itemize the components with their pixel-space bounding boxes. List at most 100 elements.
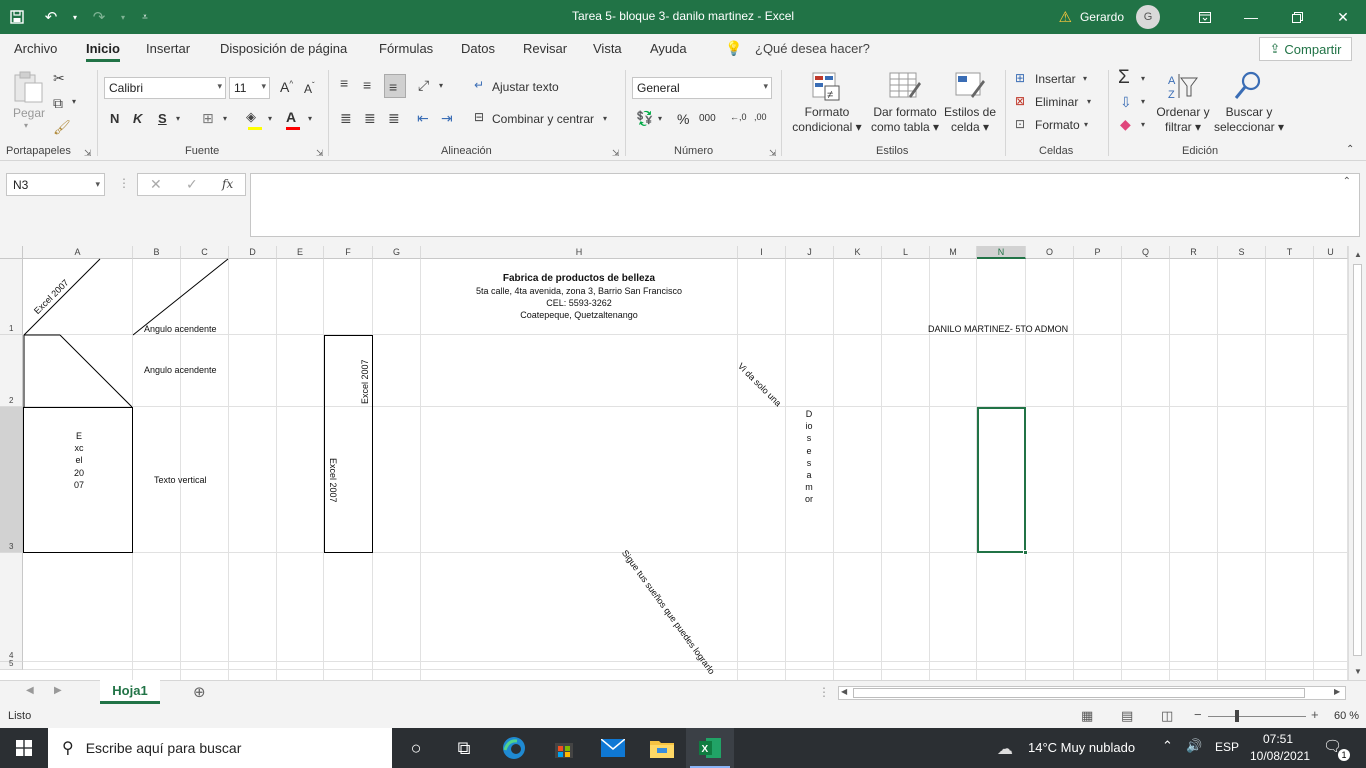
conditional-format-button[interactable]: Formato condicional ▾ <box>788 105 866 135</box>
align-top-icon[interactable]: ≡ <box>340 75 348 91</box>
thousands-button[interactable]: 000 <box>699 113 716 124</box>
number-format-combo[interactable]: General ▾ <box>632 77 772 99</box>
paste-icon[interactable] <box>12 70 46 104</box>
borders-dropdown-icon[interactable]: ▾ <box>223 114 227 123</box>
wrap-text-icon[interactable]: ↵ <box>474 78 484 92</box>
tab-datos[interactable]: Datos <box>461 41 495 56</box>
undo-icon[interactable]: ↶ <box>34 0 68 34</box>
clock-time[interactable]: 07:51 <box>1263 732 1293 746</box>
tab-split-grip-icon[interactable]: ⋮ <box>818 685 830 699</box>
delete-cells-icon[interactable]: ⊠ <box>1015 94 1025 108</box>
insert-cells-icon[interactable]: ⊞ <box>1015 71 1025 85</box>
customize-qat-icon[interactable]: ⩡ <box>130 0 160 34</box>
cell-n1[interactable]: DANILO MARTINEZ- 5TO ADMON <box>928 324 1068 334</box>
fill-dropdown-icon[interactable]: ▾ <box>1141 97 1145 106</box>
save-icon[interactable] <box>0 0 34 34</box>
align-center-icon[interactable]: ≣ <box>364 110 376 127</box>
alineacion-launcher-icon[interactable]: ⇲ <box>612 148 620 159</box>
zoom-slider-knob[interactable] <box>1235 710 1239 722</box>
decrease-indent-icon[interactable]: ⇤ <box>417 110 429 127</box>
orientation-dropdown-icon[interactable]: ▾ <box>439 81 443 90</box>
page-layout-view-icon[interactable]: ▤ <box>1121 708 1133 724</box>
input-language[interactable]: ESP <box>1215 740 1239 754</box>
speaker-icon[interactable]: 🔊 <box>1186 738 1202 754</box>
cancel-entry-icon[interactable]: ✕ <box>150 176 162 193</box>
vertical-scroll-thumb[interactable] <box>1353 264 1362 656</box>
decrease-decimal-icon[interactable]: ,00 <box>754 112 767 122</box>
copy-dropdown-icon[interactable]: ▾ <box>72 97 76 106</box>
redo-dropdown-icon[interactable]: ▾ <box>116 0 130 34</box>
cell-a3[interactable]: Excel 2007 <box>74 430 84 491</box>
percent-button[interactable]: % <box>677 111 689 127</box>
prev-sheet-icon[interactable]: ◀ <box>26 685 34 696</box>
copy-icon[interactable]: ⧉ <box>53 95 63 112</box>
tab-insertar[interactable]: Insertar <box>146 41 190 56</box>
windows-start-icon[interactable] <box>0 728 48 768</box>
bold-button[interactable]: N <box>110 111 119 126</box>
portapapeles-launcher-icon[interactable]: ⇲ <box>84 148 92 159</box>
accounting-format-icon[interactable]: 💱 <box>636 110 653 127</box>
format-as-table-button[interactable]: Dar formato como tabla ▾ <box>866 105 944 135</box>
fill-color-icon[interactable]: ◈ <box>246 109 266 131</box>
lightbulb-icon[interactable]: 💡 <box>725 40 742 57</box>
excel-taskbar-icon[interactable]: X <box>686 728 734 768</box>
clear-icon[interactable]: ◆ <box>1120 116 1131 133</box>
autosum-dropdown-icon[interactable]: ▾ <box>1141 74 1145 83</box>
scroll-right-icon[interactable]: ▶ <box>1334 687 1340 696</box>
formula-input[interactable]: ⌃ <box>250 173 1360 237</box>
cell-j3[interactable]: Dios es amor <box>805 408 813 506</box>
cell-b1[interactable]: Angulo acendente <box>144 324 217 334</box>
sheet-tab-hoja1[interactable]: Hoja1 <box>100 680 160 704</box>
align-left-icon[interactable]: ≣ <box>340 110 352 127</box>
file-explorer-icon[interactable] <box>638 728 686 768</box>
zoom-in-icon[interactable]: + <box>1311 707 1319 722</box>
insert-function-icon[interactable]: fx <box>222 177 233 191</box>
cut-icon[interactable]: ✂ <box>53 70 65 87</box>
tab-revisar[interactable]: Revisar <box>523 41 567 56</box>
scroll-up-icon[interactable]: ▲ <box>1354 250 1362 259</box>
paste-dropdown-icon[interactable]: ▾ <box>24 121 28 130</box>
confirm-entry-icon[interactable]: ✓ <box>186 176 198 193</box>
clock-date[interactable]: 10/08/2021 <box>1250 749 1310 763</box>
cell-b2[interactable]: Angulo acendente <box>144 365 217 375</box>
font-name-combo[interactable]: Calibri ▾ <box>104 77 226 99</box>
weather-cloud-icon[interactable]: ☁ <box>997 739 1013 759</box>
font-color-dropdown-icon[interactable]: ▾ <box>308 114 312 123</box>
delete-dropdown-icon[interactable]: ▾ <box>1087 97 1091 106</box>
worksheet-grid[interactable]: ABCDEFGHIJKLMNOPQRSTU 12345 Excel 2007 A… <box>0 246 1366 680</box>
avatar[interactable]: G <box>1136 5 1160 29</box>
show-hidden-icons-icon[interactable]: ⌃ <box>1162 738 1173 754</box>
minimize-icon[interactable]: — <box>1228 0 1274 34</box>
format-as-table-icon[interactable] <box>889 72 923 102</box>
font-size-combo[interactable]: 11 ▾ <box>229 77 270 99</box>
sort-filter-icon[interactable]: AZ <box>1167 72 1201 102</box>
italic-button[interactable]: K <box>133 111 142 126</box>
merge-center-button[interactable]: Combinar y centrar <box>492 112 594 126</box>
normal-view-icon[interactable]: ▦ <box>1081 708 1093 724</box>
selected-cell-n3[interactable] <box>977 407 1026 553</box>
accounting-dropdown-icon[interactable]: ▾ <box>658 114 662 123</box>
numero-launcher-icon[interactable]: ⇲ <box>769 148 777 159</box>
conditional-format-icon[interactable]: ≠ <box>812 72 844 102</box>
wrap-text-button[interactable]: Ajustar texto <box>492 80 559 94</box>
format-cells-button[interactable]: Formato <box>1035 118 1080 132</box>
cell-styles-icon[interactable] <box>955 72 987 102</box>
store-icon[interactable] <box>540 728 588 768</box>
formula-bar-grip-icon[interactable]: ⋮ <box>118 176 130 190</box>
fill-icon[interactable]: ⇩ <box>1120 94 1132 111</box>
tab-formulas[interactable]: Fórmulas <box>379 41 433 56</box>
horizontal-scrollbar[interactable]: ◀ ▶ <box>838 686 1346 700</box>
vertical-scrollbar[interactable]: ▲ ▼ <box>1348 246 1366 680</box>
ribbon-display-options-icon[interactable] <box>1182 0 1228 34</box>
orientation-icon[interactable]: ⤢ <box>418 77 429 94</box>
tab-archivo[interactable]: Archivo <box>14 41 57 56</box>
paste-label[interactable]: Pegar <box>13 106 45 120</box>
redo-icon[interactable]: ↷ <box>82 0 116 34</box>
align-right-icon[interactable]: ≣ <box>388 110 400 127</box>
tab-vista[interactable]: Vista <box>593 41 622 56</box>
insert-cells-button[interactable]: Insertar <box>1035 72 1076 86</box>
fill-handle[interactable] <box>1023 550 1028 555</box>
collapse-ribbon-icon[interactable]: ⌃ <box>1346 144 1354 155</box>
horizontal-scroll-thumb[interactable] <box>853 688 1305 698</box>
cell-f3[interactable]: Excel 2007 <box>328 458 338 503</box>
